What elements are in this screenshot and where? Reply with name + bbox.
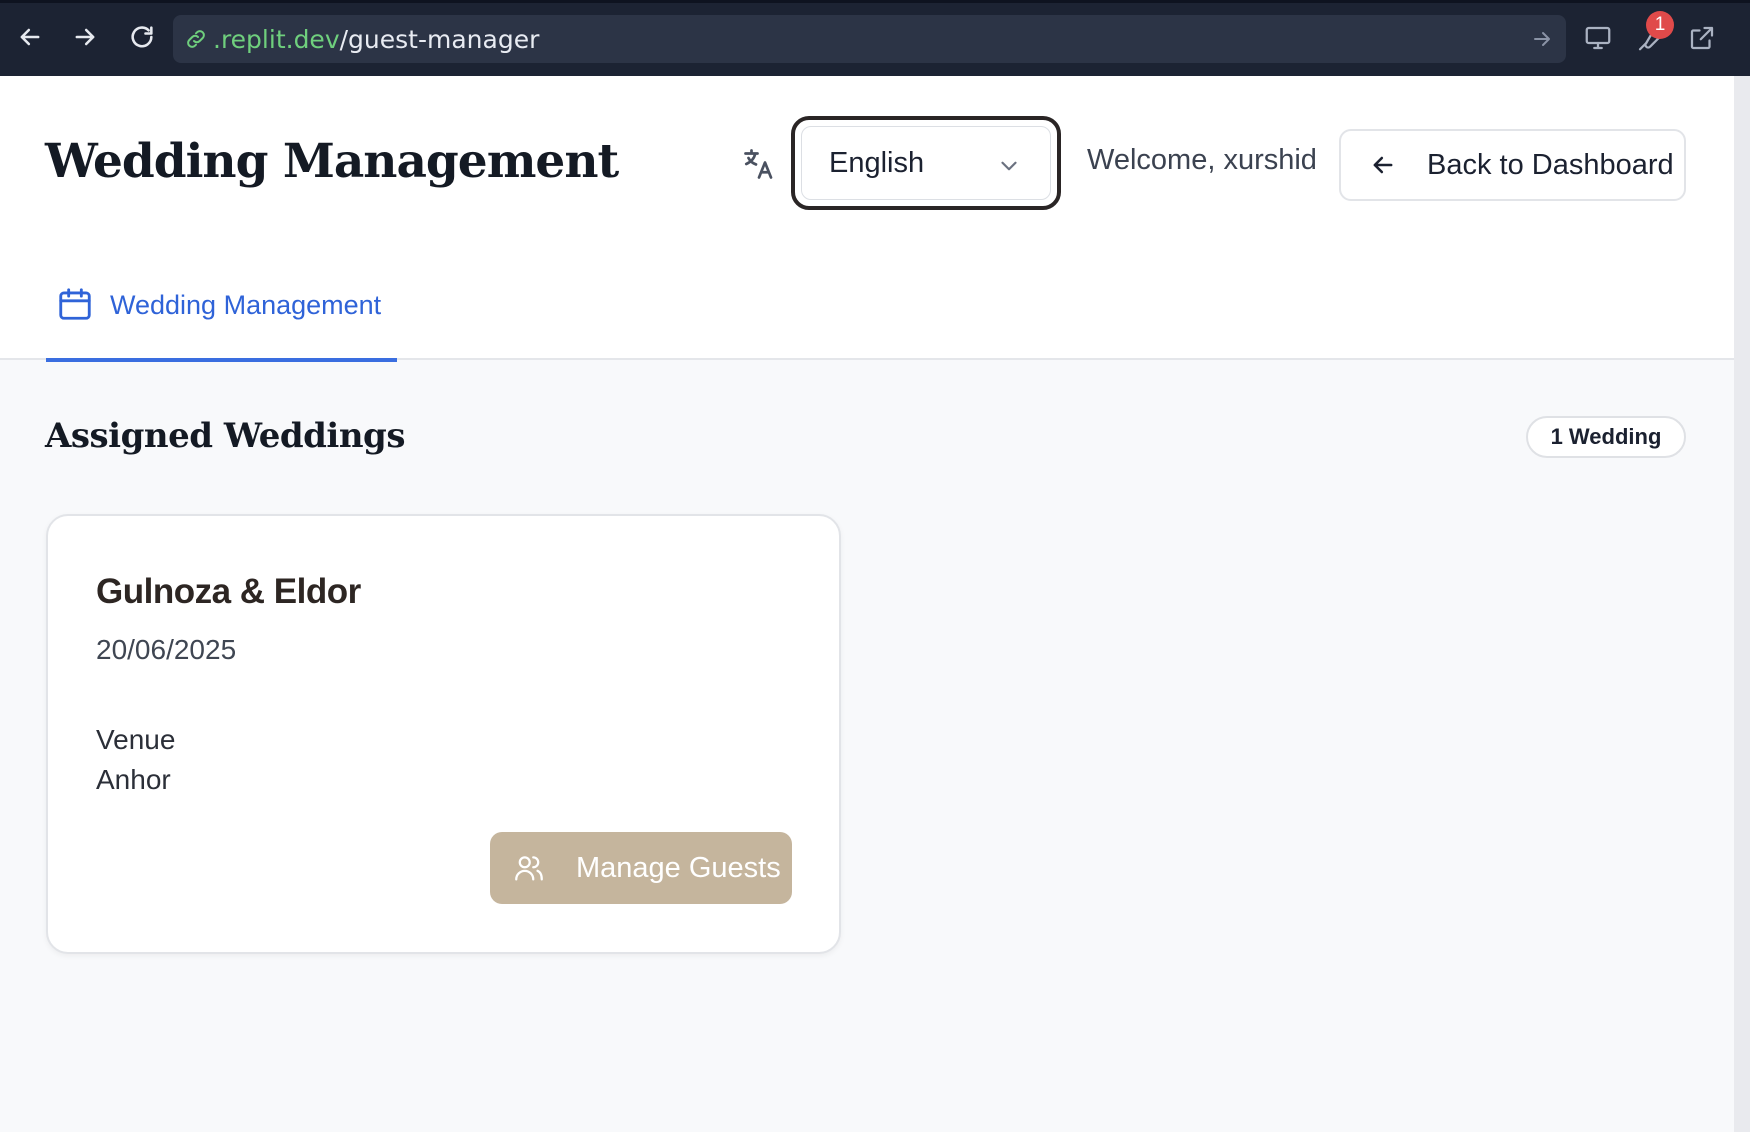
translate-icon [744, 149, 773, 179]
back-nav-button[interactable] [13, 20, 47, 54]
tab-label: Wedding Management [110, 290, 382, 320]
reload-button[interactable] [125, 20, 159, 54]
venue-value: Anhor [96, 764, 171, 795]
app-page: Wedding Management English Welcome, xurs… [0, 76, 1734, 1132]
back-to-dashboard-button[interactable]: Back to Dashboard [1339, 129, 1686, 201]
reload-icon [131, 26, 153, 48]
address-bar[interactable]: .replit.dev/guest-manager [173, 15, 1566, 63]
language-select[interactable]: English [791, 116, 1061, 210]
url-host: .replit.dev [213, 24, 340, 54]
venue-label: Venue [96, 724, 176, 755]
notification-badge: 1 [1646, 11, 1674, 39]
page-title: Wedding Management [45, 134, 619, 189]
language-select-field[interactable]: English [801, 126, 1051, 200]
arrow-left-icon [20, 28, 40, 46]
wedding-count-badge: 1 Wedding [1526, 416, 1686, 458]
url-path: /guest-manager [339, 24, 540, 54]
devices-button[interactable] [1580, 20, 1616, 56]
tab-strip-edge [0, 0, 1750, 3]
couple-names: Gulnoza & Eldor [96, 572, 361, 611]
welcome-text: Welcome, xurshid [1087, 144, 1317, 176]
link-icon [183, 26, 209, 52]
scrollbar[interactable] [1734, 76, 1750, 1132]
active-tab-indicator [46, 358, 397, 362]
wedding-date: 20/06/2025 [96, 634, 237, 665]
browser-toolbar: .replit.dev/guest-manager 1 [0, 0, 1750, 76]
calendar-icon [59, 288, 91, 320]
external-link-icon [1690, 26, 1714, 50]
wedding-card: Gulnoza & Eldor 20/06/2025 Venue Anhor M… [46, 514, 841, 954]
arrow-left-icon [1373, 156, 1393, 174]
section-title: Assigned Weddings [45, 416, 405, 456]
url-text: .replit.dev/guest-manager [213, 25, 539, 54]
forward-nav-button[interactable] [68, 20, 102, 54]
chevron-down-icon [1001, 161, 1017, 171]
back-to-dashboard-label: Back to Dashboard [1427, 148, 1674, 181]
language-select-value: English [829, 146, 925, 179]
monitor-icon [1585, 26, 1611, 50]
go-arrow-icon[interactable] [1530, 27, 1554, 51]
manage-guests-button[interactable]: Manage Guests [490, 832, 792, 904]
users-icon [515, 856, 543, 881]
manage-guests-label: Manage Guests [576, 851, 781, 884]
arrow-right-icon [75, 28, 95, 46]
open-external-button[interactable] [1684, 20, 1720, 56]
page-header: Wedding Management English Welcome, xurs… [0, 76, 1734, 362]
tab-wedding-management[interactable]: Wedding Management [46, 276, 397, 362]
